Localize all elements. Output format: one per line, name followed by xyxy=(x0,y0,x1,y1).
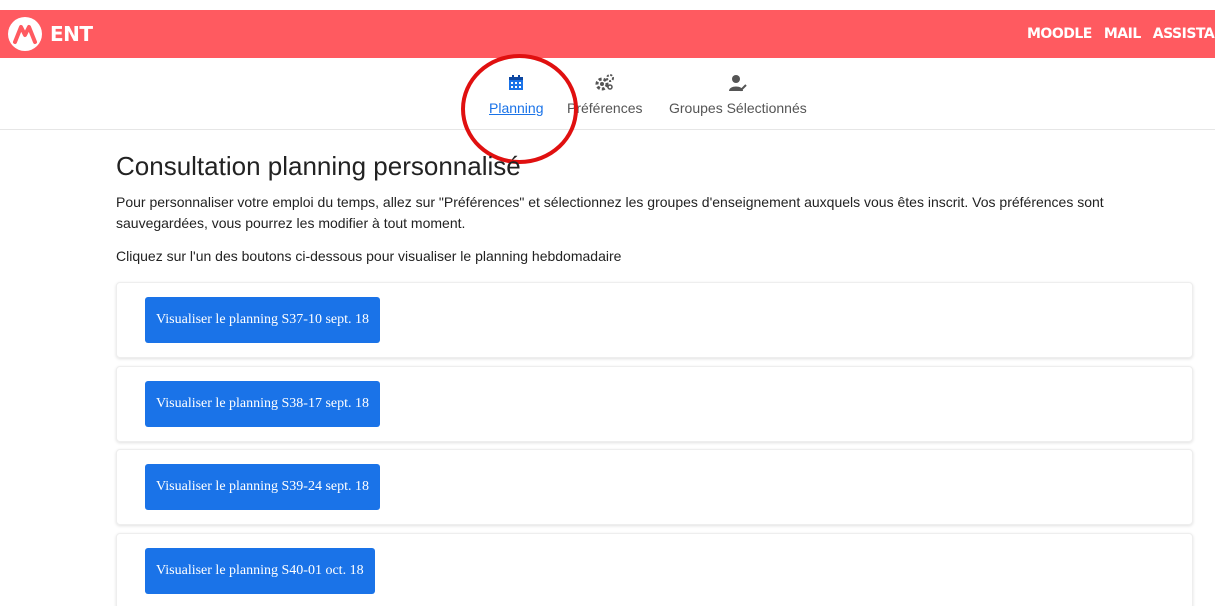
week-card: Visualiser le planning S40-01 oct. 18 xyxy=(116,533,1193,606)
calendar-icon xyxy=(508,72,524,94)
tab-preferences[interactable]: Préférences xyxy=(567,72,642,116)
intro-text: Pour personnaliser votre emploi du temps… xyxy=(116,194,1104,231)
logo-icon[interactable] xyxy=(8,17,42,51)
tab-planning-label: Planning xyxy=(489,100,544,116)
user-check-icon xyxy=(728,72,747,94)
tab-preferences-label: Préférences xyxy=(567,100,643,116)
week-card: Visualiser le planning S39-24 sept. 18 xyxy=(116,449,1193,525)
view-planning-s39-button[interactable]: Visualiser le planning S39-24 sept. 18 xyxy=(145,464,381,510)
week-card: Visualiser le planning S37-10 sept. 18 xyxy=(116,282,1193,358)
top-nav: MOODLE MAIL ASSISTANCE xyxy=(1015,10,1215,58)
hint-text: Cliquez sur l'un des boutons ci-dessous … xyxy=(116,248,622,264)
week-card: Visualiser le planning S38-17 sept. 18 xyxy=(116,366,1193,442)
view-planning-s38-button[interactable]: Visualiser le planning S38-17 sept. 18 xyxy=(145,381,381,427)
mail-link[interactable]: MAIL xyxy=(1104,26,1141,42)
tab-selected-groups[interactable]: Groupes Sélectionnés xyxy=(669,72,807,116)
gears-icon xyxy=(595,72,615,94)
top-bar: ENT MOODLE MAIL ASSISTANCE xyxy=(0,10,1215,58)
sub-nav: Planning Préférences Groupes Sélectionné… xyxy=(0,58,1215,130)
moodle-link[interactable]: MOODLE xyxy=(1027,26,1092,42)
brand-title[interactable]: ENT xyxy=(50,10,93,58)
tab-selected-groups-label: Groupes Sélectionnés xyxy=(669,100,807,116)
page-title: Consultation planning personnalisé xyxy=(116,151,521,181)
tab-planning[interactable]: Planning xyxy=(489,72,544,116)
view-planning-s37-button[interactable]: Visualiser le planning S37-10 sept. 18 xyxy=(145,297,381,343)
assistance-link[interactable]: ASSISTANCE xyxy=(1153,26,1215,42)
main-content: Consultation planning personnalisé Pour … xyxy=(116,150,1194,266)
view-planning-s40-button[interactable]: Visualiser le planning S40-01 oct. 18 xyxy=(145,548,375,594)
